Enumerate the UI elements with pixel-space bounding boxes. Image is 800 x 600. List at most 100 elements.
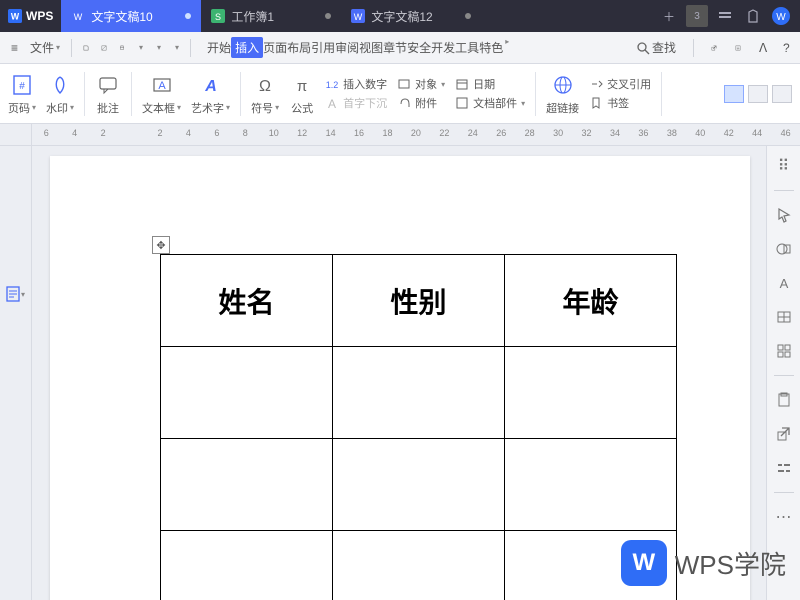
paste-button[interactable]: ▾	[132, 40, 148, 56]
ruler-mark: 22	[430, 128, 458, 138]
table-cell[interactable]	[161, 531, 333, 600]
text-style-icon[interactable]: A	[774, 273, 794, 293]
attachment-button[interactable]: 附件	[397, 95, 445, 111]
share-button[interactable]	[706, 40, 722, 56]
ribbon-tabs: 开始 插入 页面布局 引用 审阅 视图 章节 安全 开发工具 特色 ▸	[207, 37, 509, 58]
tab-chapter[interactable]: 章节	[383, 37, 407, 58]
document-table[interactable]: 姓名 性别 年龄	[160, 254, 677, 600]
save-button[interactable]	[78, 40, 94, 56]
table-cell[interactable]	[333, 439, 505, 531]
view-mode-2[interactable]	[748, 85, 768, 103]
menu-button[interactable]: ≡	[6, 38, 23, 58]
new-tab-button[interactable]: ＋	[658, 5, 680, 27]
tab-feature[interactable]: 特色	[479, 37, 503, 58]
page-number-button[interactable]: # 页码▾	[8, 72, 36, 116]
tab-view[interactable]: 视图	[359, 37, 383, 58]
skin-button[interactable]	[742, 5, 764, 27]
horizontal-ruler[interactable]: 6422468101214161820222426283032343638404…	[32, 124, 800, 145]
table-cell[interactable]: 姓名	[161, 255, 333, 347]
collapse-ribbon-button[interactable]: ᐱ	[754, 40, 770, 56]
separator	[84, 72, 85, 116]
list-tabs-button[interactable]	[714, 5, 736, 27]
table-cell[interactable]	[505, 439, 677, 531]
undo-button[interactable]: ▾	[150, 40, 166, 56]
clipboard-icon[interactable]	[774, 390, 794, 410]
table-cell[interactable]	[333, 531, 505, 600]
ruler-mark: 34	[601, 128, 629, 138]
doc-tab-1[interactable]: W 文字文稿10	[61, 0, 201, 32]
tab-reference[interactable]: 引用	[311, 37, 335, 58]
search-button[interactable]: 查找	[631, 36, 681, 59]
sheet-icon: S	[211, 9, 225, 23]
bookmark-button[interactable]: 书签	[589, 95, 651, 111]
table-cell[interactable]	[161, 439, 333, 531]
hyperlink-button[interactable]: 超链接	[546, 72, 579, 116]
table-row[interactable]	[161, 531, 677, 600]
doc-tab-2[interactable]: S 工作簿1	[201, 0, 341, 32]
print-preview-button[interactable]	[96, 40, 112, 56]
symbol-button[interactable]: Ω 符号▾	[251, 72, 279, 116]
doc-icon: W	[71, 9, 85, 23]
tab-dev[interactable]: 开发工具	[431, 37, 479, 58]
page-nav-icon[interactable]: ▾	[6, 286, 25, 302]
view-mode-3[interactable]	[772, 85, 792, 103]
vertical-ruler[interactable]: ▾	[0, 146, 32, 600]
separator	[774, 190, 794, 191]
doc-tab-3[interactable]: W 文字文稿12	[341, 0, 481, 32]
cross-ref-button[interactable]: 交叉引用	[589, 76, 651, 92]
grid-tool-icon[interactable]	[774, 341, 794, 361]
drop-cap-button: A首字下沉	[325, 95, 387, 111]
tab-modified-dot	[325, 13, 331, 19]
help-button[interactable]: ?	[778, 40, 794, 56]
export-button[interactable]	[730, 40, 746, 56]
textbox-button[interactable]: A 文本框▾	[142, 72, 181, 116]
print-button[interactable]	[114, 40, 130, 56]
select-tool-icon[interactable]	[774, 205, 794, 225]
wordart-button[interactable]: A 艺术字▾	[191, 72, 230, 116]
view-mode-1[interactable]	[724, 85, 744, 103]
insert-number-button[interactable]: 1.2插入数字	[325, 76, 387, 92]
table-row[interactable]: 姓名 性别 年龄	[161, 255, 677, 347]
tab-count-badge[interactable]: 3	[686, 5, 708, 27]
calendar-icon	[455, 77, 469, 91]
date-button[interactable]: 日期	[455, 76, 525, 92]
table-row[interactable]	[161, 347, 677, 439]
ruler-area: 6422468101214161820222426283032343638404…	[0, 124, 800, 146]
redo-button[interactable]: ▾	[168, 40, 184, 56]
table-cell[interactable]	[505, 347, 677, 439]
document-page[interactable]: ✥ 姓名 性别 年龄	[50, 156, 750, 600]
watermark-button[interactable]: 水印▾	[46, 72, 74, 116]
doc-parts-button[interactable]: 文档部件▾	[455, 95, 525, 111]
table-row[interactable]	[161, 439, 677, 531]
object-button[interactable]: 对象▾	[397, 76, 445, 92]
annotation-button[interactable]: 批注	[95, 72, 121, 116]
ruler-mark: 8	[231, 128, 259, 138]
tab-review[interactable]: 审阅	[335, 37, 359, 58]
drag-handle-icon[interactable]: ⠿	[774, 156, 794, 176]
tab-pagelayout[interactable]: 页面布局	[263, 37, 311, 58]
separator	[535, 72, 536, 116]
file-menu[interactable]: 文件 ▾	[25, 36, 65, 59]
formula-icon: π	[289, 72, 315, 98]
table-cell[interactable]: 年龄	[505, 255, 677, 347]
tab-insert[interactable]: 插入	[231, 37, 263, 58]
ruler-mark: 28	[515, 128, 543, 138]
table-move-handle[interactable]: ✥	[152, 236, 170, 254]
window-controls: ＋ 3 W	[650, 5, 800, 27]
export-icon[interactable]	[774, 424, 794, 444]
table-cell[interactable]	[161, 347, 333, 439]
settings-icon[interactable]	[774, 458, 794, 478]
tab-security[interactable]: 安全	[407, 37, 431, 58]
crossref-icon	[589, 77, 603, 91]
shape-tool-icon[interactable]	[774, 239, 794, 259]
table-tool-icon[interactable]	[774, 307, 794, 327]
paperclip-icon	[397, 96, 411, 110]
table-cell[interactable]	[333, 347, 505, 439]
formula-button[interactable]: π 公式	[289, 72, 315, 116]
ruler-mark: 6	[203, 128, 231, 138]
more-tools-icon[interactable]: ⋯	[774, 507, 794, 527]
table-cell[interactable]: 性别	[333, 255, 505, 347]
tab-start[interactable]: 开始	[207, 37, 231, 58]
svg-text:1.2: 1.2	[326, 80, 339, 90]
avatar-button[interactable]: W	[770, 5, 792, 27]
